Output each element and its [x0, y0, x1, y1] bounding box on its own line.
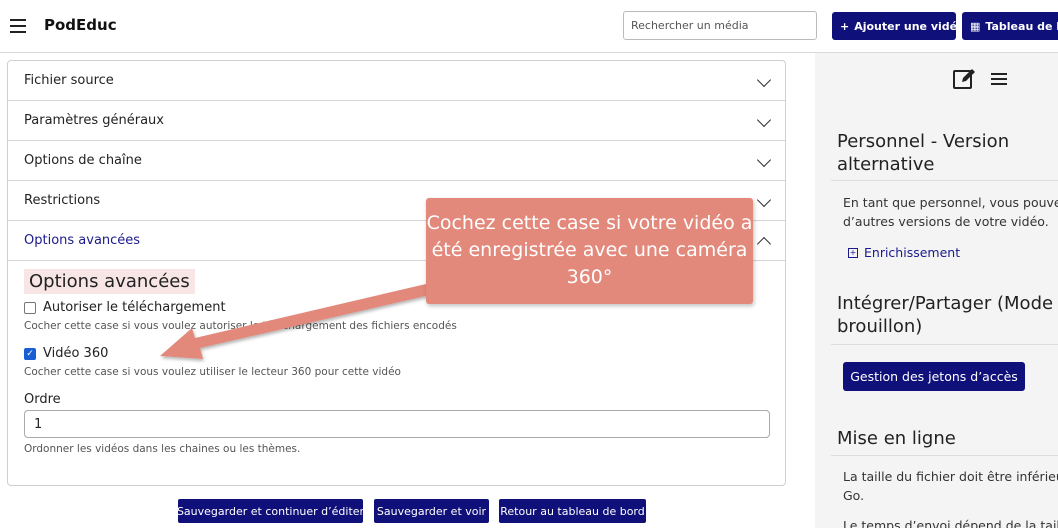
- online-text-size: La taille du fichier doit être inférieu …: [843, 469, 1058, 503]
- save-view-button[interactable]: Sauvegarder et voir: [374, 499, 489, 523]
- enrichment-link[interactable]: + Enrichissement: [848, 245, 960, 260]
- chevron-down-icon: [756, 112, 772, 128]
- edit-icon[interactable]: [953, 68, 977, 90]
- accordion-parametres-generaux[interactable]: Paramètres généraux: [8, 101, 785, 141]
- add-video-label: Ajouter une vidéo: [854, 19, 956, 33]
- download-hint: Cocher cette case si vous voulez autoris…: [24, 320, 457, 332]
- divider: [831, 180, 1058, 181]
- video360-checkbox[interactable]: ✓: [24, 347, 36, 360]
- advanced-options-title: Options avancées: [24, 269, 195, 294]
- enrichment-label: Enrichissement: [864, 245, 961, 260]
- chevron-up-icon: [756, 236, 772, 252]
- accordion-label: Options avancées: [24, 233, 141, 248]
- personal-section-title: Personnel - Version alternative: [837, 131, 1010, 175]
- accordion-label: Paramètres généraux: [24, 113, 164, 128]
- list-menu-icon[interactable]: [990, 71, 1008, 87]
- video360-hint: Cocher cette case si vous voulez utilise…: [24, 366, 401, 378]
- accordion-label: Restrictions: [24, 193, 101, 208]
- add-video-button[interactable]: + Ajouter une vidéo: [832, 12, 956, 40]
- online-section-title: Mise en ligne: [837, 428, 956, 449]
- accordion-fichier-source[interactable]: Fichier source: [8, 61, 785, 101]
- dashboard-button[interactable]: ▦ Tableau de bord: [962, 12, 1058, 40]
- plus-square-icon: +: [848, 247, 858, 258]
- download-checkbox[interactable]: [24, 301, 36, 314]
- divider: [831, 455, 1058, 456]
- download-label[interactable]: Autoriser le téléchargement: [43, 300, 226, 315]
- annotation-callout: Cochez cette case si votre vidéo a été e…: [426, 198, 753, 304]
- plus-icon: +: [840, 19, 850, 33]
- chevron-down-icon: [756, 152, 772, 168]
- chevron-down-icon: [756, 72, 772, 88]
- film-icon: ▦: [970, 19, 981, 33]
- accordion-label: Options de chaîne: [24, 153, 142, 168]
- search-input[interactable]: [623, 11, 817, 40]
- accordion-label: Fichier source: [24, 73, 114, 88]
- order-label: Ordre: [24, 392, 61, 407]
- save-continue-button[interactable]: Sauvegarder et continuer d’éditer: [177, 499, 364, 523]
- video360-label[interactable]: Vidéo 360: [43, 346, 108, 361]
- dashboard-label: Tableau de bord: [985, 19, 1058, 33]
- divider: [831, 344, 1058, 345]
- brand-logo[interactable]: PodEduc: [44, 16, 117, 34]
- online-text-time: Le temps d’envoi dépend de la taille: [843, 518, 1058, 528]
- order-input[interactable]: [24, 410, 770, 438]
- access-tokens-button[interactable]: Gestion des jetons d’accès: [843, 362, 1025, 391]
- chevron-down-icon: [756, 192, 772, 208]
- back-dashboard-button[interactable]: Retour au tableau de bord: [499, 499, 646, 523]
- hamburger-menu-icon[interactable]: [10, 19, 26, 33]
- top-navbar: PodEduc + Ajouter une vidéo ▦ Tableau de…: [0, 0, 1058, 53]
- video360-option: ✓ Vidéo 360: [24, 346, 774, 361]
- right-sidebar: Personnel - Version alternative En tant …: [815, 53, 1058, 528]
- accordion-options-chaine[interactable]: Options de chaîne: [8, 141, 785, 181]
- embed-section-title: Intégrer/Partager (Mode brouillon): [837, 293, 1054, 337]
- order-hint: Ordonner les vidéos dans les chaines ou …: [24, 443, 301, 455]
- personal-text: En tant que personnel, vous pouvez d’aut…: [843, 195, 1058, 229]
